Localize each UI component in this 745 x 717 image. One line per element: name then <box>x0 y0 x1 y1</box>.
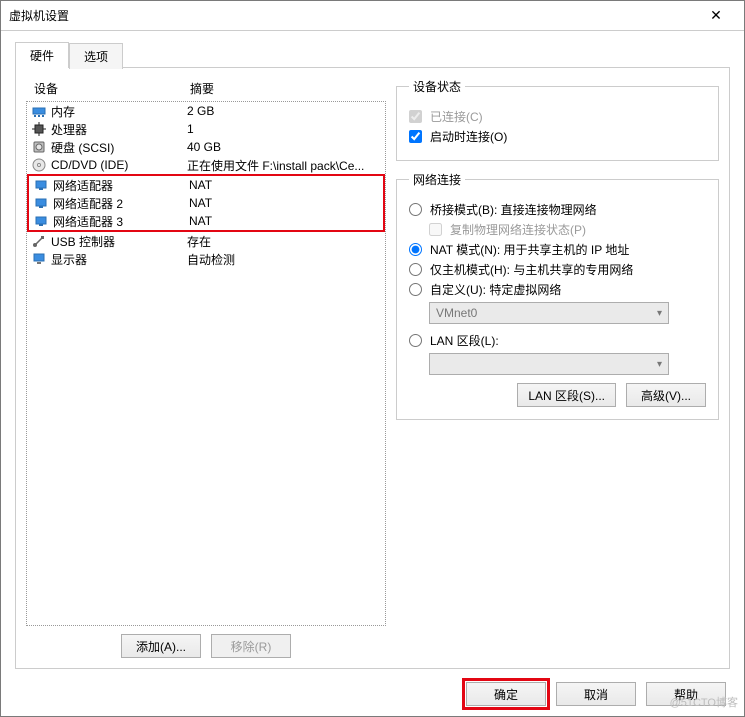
add-device-button[interactable]: 添加(A)... <box>121 634 201 658</box>
connect-at-power-on-label: 启动时连接(O) <box>430 128 507 145</box>
nat-radio[interactable] <box>409 243 422 256</box>
left-panel: 设备 摘要 内存 2 GB 处理器 1 硬 <box>26 78 386 658</box>
device-list-buttons: 添加(A)... 移除(R) <box>26 626 386 658</box>
device-summary: 存在 <box>187 233 381 250</box>
lan-segment-select: ▾ <box>429 353 669 375</box>
device-label: USB 控制器 <box>51 233 187 250</box>
device-label: 网络适配器 2 <box>53 195 189 212</box>
title-bar: 虚拟机设置 ✕ <box>1 1 744 31</box>
device-state-legend: 设备状态 <box>409 78 465 95</box>
table-row[interactable]: 内存 2 GB <box>27 102 385 120</box>
connect-at-power-on-checkbox[interactable] <box>409 130 422 143</box>
tab-hardware[interactable]: 硬件 <box>15 42 69 68</box>
tab-strip: 硬件 选项 <box>1 31 744 67</box>
device-state-group: 设备状态 已连接(C) 启动时连接(O) <box>396 78 719 161</box>
content-area: 设备 摘要 内存 2 GB 处理器 1 硬 <box>15 67 730 669</box>
device-label: 内存 <box>51 103 187 120</box>
table-row[interactable]: 显示器 自动检测 <box>27 250 385 268</box>
cd-icon <box>31 157 47 173</box>
custom-radio[interactable] <box>409 283 422 296</box>
col-header-summary: 摘要 <box>190 80 382 97</box>
help-button[interactable]: 帮助 <box>646 682 726 706</box>
highlighted-network-adapters: 网络适配器 NAT 网络适配器 2 NAT 网络适配器 3 NAT <box>27 174 385 232</box>
nat-label: NAT 模式(N): 用于共享主机的 IP 地址 <box>430 241 629 258</box>
advanced-button[interactable]: 高级(V)... <box>626 383 706 407</box>
device-label: CD/DVD (IDE) <box>51 158 187 172</box>
device-summary: NAT <box>189 178 379 192</box>
right-panel: 设备状态 已连接(C) 启动时连接(O) 网络连接 桥接模式(B): 直接连接物… <box>396 78 719 658</box>
remove-device-button: 移除(R) <box>211 634 291 658</box>
table-row[interactable]: 网络适配器 NAT <box>29 176 383 194</box>
nic-icon <box>33 213 49 229</box>
device-summary: NAT <box>189 196 379 210</box>
device-label: 网络适配器 3 <box>53 213 189 230</box>
connected-label: 已连接(C) <box>430 108 483 125</box>
device-summary: 2 GB <box>187 104 381 118</box>
display-icon <box>31 251 47 267</box>
dialog-footer: 确定 取消 帮助 <box>466 682 726 706</box>
device-summary: 正在使用文件 F:\install pack\Ce... <box>187 157 381 174</box>
network-sub-buttons: LAN 区段(S)... 高级(V)... <box>409 383 706 407</box>
chevron-down-icon: ▾ <box>657 359 662 370</box>
nic-icon <box>33 177 49 193</box>
replicate-row: 复制物理网络连接状态(P) <box>429 221 706 238</box>
cpu-icon <box>31 121 47 137</box>
bridged-row: 桥接模式(B): 直接连接物理网络 <box>409 201 706 218</box>
close-button[interactable]: ✕ <box>696 7 736 24</box>
table-row[interactable]: 网络适配器 3 NAT <box>29 212 383 230</box>
lan-segment-label: LAN 区段(L): <box>430 332 499 349</box>
disk-icon <box>31 139 47 155</box>
tab-options[interactable]: 选项 <box>69 43 123 69</box>
replicate-checkbox <box>429 223 442 236</box>
cancel-button[interactable]: 取消 <box>556 682 636 706</box>
memory-icon <box>31 103 47 119</box>
table-row[interactable]: USB 控制器 存在 <box>27 232 385 250</box>
lan-segment-radio[interactable] <box>409 334 422 347</box>
connected-row: 已连接(C) <box>409 108 706 125</box>
nic-icon <box>33 195 49 211</box>
table-row[interactable]: 网络适配器 2 NAT <box>29 194 383 212</box>
device-summary: 1 <box>187 122 381 136</box>
table-row[interactable]: CD/DVD (IDE) 正在使用文件 F:\install pack\Ce..… <box>27 156 385 174</box>
connect-at-power-on-row: 启动时连接(O) <box>409 128 706 145</box>
network-connection-group: 网络连接 桥接模式(B): 直接连接物理网络 复制物理网络连接状态(P) NAT… <box>396 171 719 420</box>
replicate-label: 复制物理网络连接状态(P) <box>450 221 586 238</box>
hostonly-radio[interactable] <box>409 263 422 276</box>
bridged-label: 桥接模式(B): 直接连接物理网络 <box>430 201 597 218</box>
connected-checkbox <box>409 110 422 123</box>
col-header-device: 设备 <box>30 80 190 97</box>
custom-row: 自定义(U): 特定虚拟网络 <box>409 281 706 298</box>
hostonly-row: 仅主机模式(H): 与主机共享的专用网络 <box>409 261 706 278</box>
device-label: 显示器 <box>51 251 187 268</box>
device-table-header: 设备 摘要 <box>26 78 386 101</box>
custom-label: 自定义(U): 特定虚拟网络 <box>430 281 561 298</box>
lan-segment-row: LAN 区段(L): <box>409 332 706 349</box>
custom-vmnet-value: VMnet0 <box>436 306 477 320</box>
device-label: 处理器 <box>51 121 187 138</box>
device-summary: 自动检测 <box>187 251 381 268</box>
ok-button[interactable]: 确定 <box>466 682 546 706</box>
network-connection-legend: 网络连接 <box>409 171 465 188</box>
usb-icon <box>31 233 47 249</box>
custom-vmnet-select: VMnet0 ▾ <box>429 302 669 324</box>
device-label: 硬盘 (SCSI) <box>51 139 187 156</box>
device-summary: NAT <box>189 214 379 228</box>
hostonly-label: 仅主机模式(H): 与主机共享的专用网络 <box>430 261 633 278</box>
lan-segments-button[interactable]: LAN 区段(S)... <box>517 383 616 407</box>
device-list: 内存 2 GB 处理器 1 硬盘 (SCSI) 40 GB <box>26 101 386 626</box>
nat-row: NAT 模式(N): 用于共享主机的 IP 地址 <box>409 241 706 258</box>
table-row[interactable]: 处理器 1 <box>27 120 385 138</box>
chevron-down-icon: ▾ <box>657 308 662 319</box>
device-label: 网络适配器 <box>53 177 189 194</box>
device-summary: 40 GB <box>187 140 381 154</box>
window-title: 虚拟机设置 <box>9 7 696 24</box>
table-row[interactable]: 硬盘 (SCSI) 40 GB <box>27 138 385 156</box>
bridged-radio[interactable] <box>409 203 422 216</box>
